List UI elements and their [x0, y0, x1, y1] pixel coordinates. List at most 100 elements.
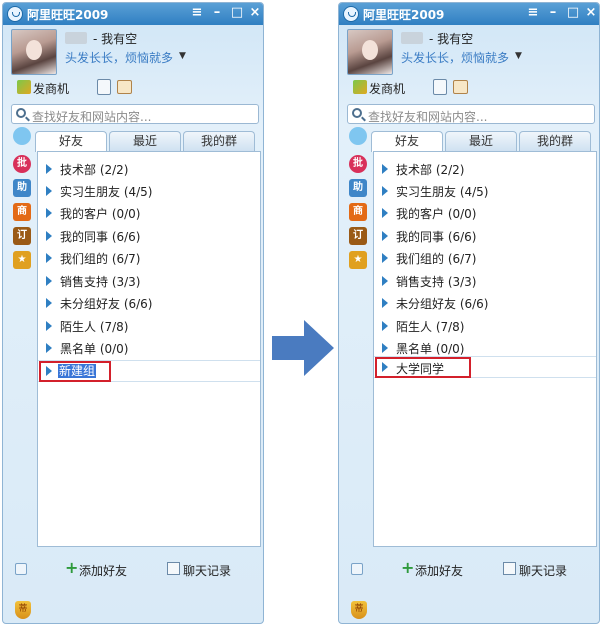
avatar[interactable] [11, 29, 57, 75]
list-item[interactable]: 技术部 (2/2) [374, 158, 596, 180]
title-bar[interactable]: 阿里旺旺2009 ≡ – □ × [3, 3, 263, 25]
new-group-name-input[interactable]: 新建组 [58, 364, 97, 378]
expand-triangle-icon[interactable] [382, 253, 388, 263]
tab-recent[interactable]: 最近 [109, 131, 181, 151]
expand-triangle-icon[interactable] [46, 321, 52, 331]
list-item[interactable]: 实习生朋友 (4/5) [374, 180, 596, 202]
add-friend-icon[interactable]: + [65, 560, 79, 576]
zhu-icon[interactable]: 助 [13, 179, 31, 197]
ding-icon[interactable]: 订 [349, 227, 367, 245]
chat-history-button[interactable]: 聊天记录 [519, 562, 567, 579]
chat-history-icon[interactable] [167, 562, 180, 575]
signature-text[interactable]: 头发长长，烦恼就多 [401, 49, 509, 66]
expand-triangle-icon[interactable] [382, 208, 388, 218]
list-item[interactable]: 我的客户 (0/0) [38, 202, 260, 224]
expand-triangle-icon[interactable] [46, 366, 52, 376]
phone-icon[interactable] [433, 79, 447, 95]
list-item[interactable]: 陌生人 (7/8) [38, 315, 260, 337]
minimize-button[interactable]: – [209, 5, 225, 21]
expand-triangle-icon[interactable] [382, 298, 388, 308]
collapse-icon[interactable] [351, 563, 363, 575]
expand-triangle-icon[interactable] [46, 164, 52, 174]
business-opportunity-icon[interactable] [17, 80, 31, 94]
list-item[interactable]: 销售支持 (3/3) [38, 270, 260, 292]
shield-icon[interactable]: 蒂 [15, 601, 31, 619]
status-text[interactable]: - 我有空 [93, 30, 137, 47]
star-icon[interactable]: ★ [349, 251, 367, 269]
fashang-button[interactable]: 发商机 [33, 80, 69, 97]
calendar-icon[interactable] [117, 80, 132, 94]
tab-my-groups[interactable]: 我的群 [519, 131, 591, 151]
expand-triangle-icon[interactable] [382, 276, 388, 286]
chevron-down-icon[interactable]: ▼ [515, 51, 522, 61]
tab-my-groups[interactable]: 我的群 [183, 131, 255, 151]
list-item[interactable]: 我的同事 (6/6) [38, 225, 260, 247]
add-friend-icon[interactable]: + [401, 560, 415, 576]
new-group-row[interactable]: 大学同学 [374, 356, 596, 378]
expand-triangle-icon[interactable] [382, 362, 388, 372]
wangwang-face-icon[interactable] [13, 127, 31, 145]
list-item[interactable]: 陌生人 (7/8) [374, 315, 596, 337]
menu-button[interactable]: ≡ [189, 5, 205, 21]
maximize-button[interactable]: □ [565, 5, 581, 21]
zhu-icon[interactable]: 助 [349, 179, 367, 197]
list-item[interactable]: 销售支持 (3/3) [374, 270, 596, 292]
phone-icon[interactable] [97, 79, 111, 95]
shang-icon[interactable]: 商 [349, 203, 367, 221]
title-bar[interactable]: 阿里旺旺2009 ≡ – □ × [339, 3, 599, 25]
expand-triangle-icon[interactable] [46, 208, 52, 218]
chevron-down-icon[interactable]: ▼ [179, 51, 186, 61]
new-group-row[interactable]: 新建组 [38, 360, 260, 382]
maximize-button[interactable]: □ [229, 5, 245, 21]
wangwang-face-icon[interactable] [349, 127, 367, 145]
shield-icon[interactable]: 蒂 [351, 601, 367, 619]
expand-triangle-icon[interactable] [46, 253, 52, 263]
add-friend-button[interactable]: 添加好友 [79, 562, 127, 579]
business-opportunity-icon[interactable] [353, 80, 367, 94]
expand-triangle-icon[interactable] [382, 343, 388, 353]
close-button[interactable]: × [583, 5, 599, 21]
pi-icon[interactable]: 批 [13, 155, 31, 173]
chat-history-icon[interactable] [503, 562, 516, 575]
new-group-name[interactable]: 大学同学 [396, 360, 444, 377]
minimize-button[interactable]: – [545, 5, 561, 21]
list-item[interactable]: 我们组的 (6/7) [38, 247, 260, 269]
expand-triangle-icon[interactable] [382, 231, 388, 241]
app-title: 阿里旺旺2009 [363, 8, 445, 22]
collapse-icon[interactable] [15, 563, 27, 575]
search-input[interactable]: 查找好友和网站内容... [11, 104, 259, 124]
calendar-icon[interactable] [453, 80, 468, 94]
signature-text[interactable]: 头发长长，烦恼就多 [65, 49, 173, 66]
avatar[interactable] [347, 29, 393, 75]
expand-triangle-icon[interactable] [46, 231, 52, 241]
list-item[interactable]: 未分组好友 (6/6) [374, 292, 596, 314]
expand-triangle-icon[interactable] [382, 321, 388, 331]
expand-triangle-icon[interactable] [46, 343, 52, 353]
list-item[interactable]: 黑名单 (0/0) [38, 337, 260, 359]
menu-button[interactable]: ≡ [525, 5, 541, 21]
list-item[interactable]: 我的同事 (6/6) [374, 225, 596, 247]
close-button[interactable]: × [247, 5, 263, 21]
pi-icon[interactable]: 批 [349, 155, 367, 173]
status-text[interactable]: - 我有空 [429, 30, 473, 47]
list-item[interactable]: 技术部 (2/2) [38, 158, 260, 180]
search-input[interactable]: 查找好友和网站内容... [347, 104, 595, 124]
list-item[interactable]: 我们组的 (6/7) [374, 247, 596, 269]
tab-friends[interactable]: 好友 [371, 131, 443, 152]
list-item[interactable]: 我的客户 (0/0) [374, 202, 596, 224]
add-friend-button[interactable]: 添加好友 [415, 562, 463, 579]
expand-triangle-icon[interactable] [46, 186, 52, 196]
expand-triangle-icon[interactable] [382, 186, 388, 196]
tab-friends[interactable]: 好友 [35, 131, 107, 152]
list-item[interactable]: 未分组好友 (6/6) [38, 292, 260, 314]
star-icon[interactable]: ★ [13, 251, 31, 269]
list-item[interactable]: 实习生朋友 (4/5) [38, 180, 260, 202]
shang-icon[interactable]: 商 [13, 203, 31, 221]
fashang-button[interactable]: 发商机 [369, 80, 405, 97]
tab-recent[interactable]: 最近 [445, 131, 517, 151]
ding-icon[interactable]: 订 [13, 227, 31, 245]
expand-triangle-icon[interactable] [46, 298, 52, 308]
expand-triangle-icon[interactable] [46, 276, 52, 286]
chat-history-button[interactable]: 聊天记录 [183, 562, 231, 579]
expand-triangle-icon[interactable] [382, 164, 388, 174]
